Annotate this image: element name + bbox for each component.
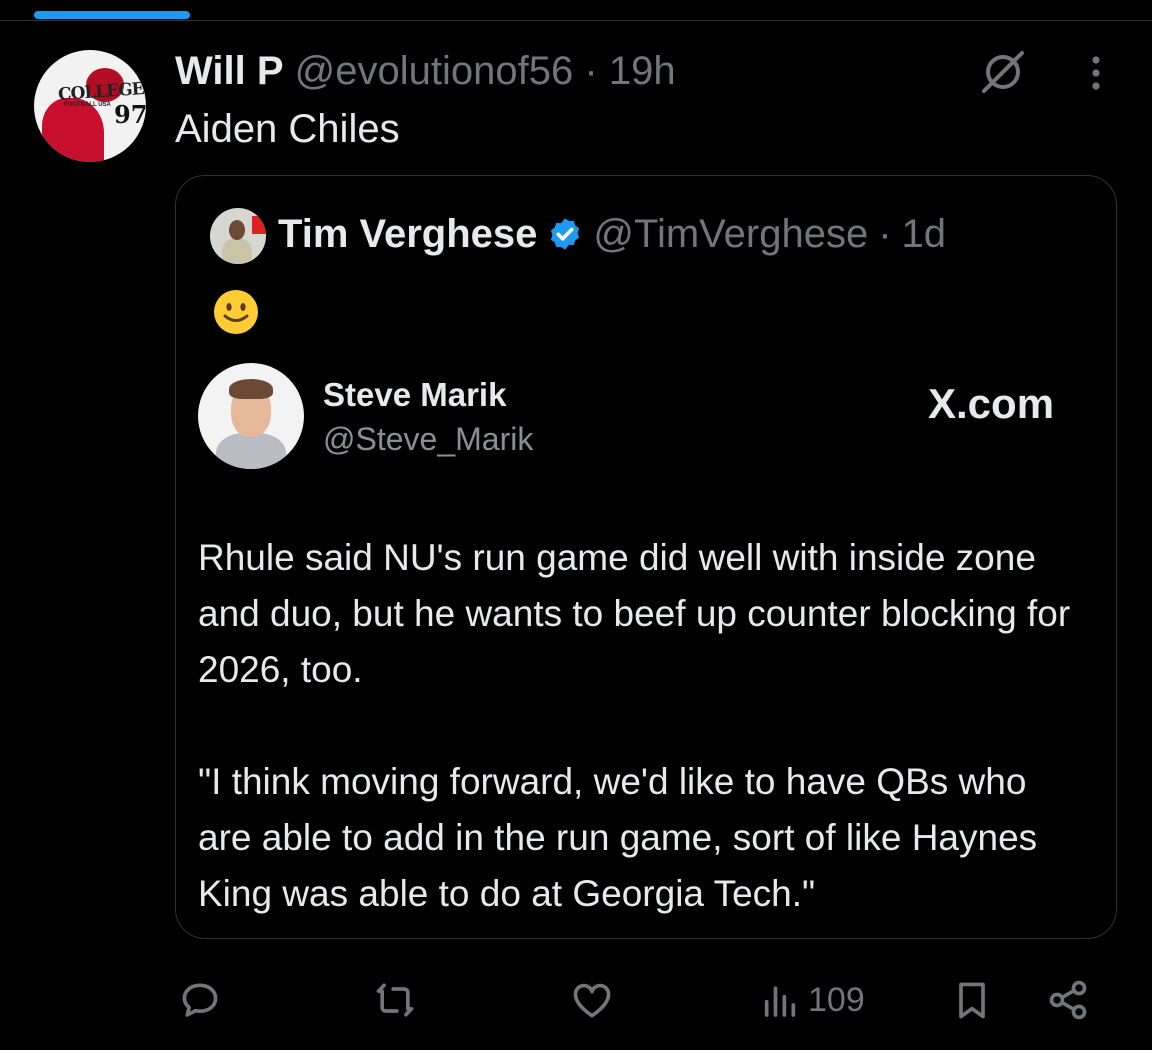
embedded-paragraph: Rhule said NU's run game did well with i… (198, 537, 1071, 690)
author-handle[interactable]: @evolutionof56 (295, 49, 574, 93)
verified-badge-icon (551, 218, 580, 250)
reply-button[interactable] (178, 970, 222, 1030)
embedded-author-avatar (198, 363, 304, 469)
embedded-paragraph: "I think moving forward, we'd like to ha… (198, 761, 1038, 914)
quoted-author-avatar[interactable] (210, 208, 266, 264)
quoted-tweet-header: Tim Verghese @TimVerghese · 1d (278, 210, 946, 258)
share-button[interactable] (1046, 970, 1090, 1030)
quoted-author-handle[interactable]: @TimVerghese (593, 210, 868, 258)
embedded-author-handle: @Steve_Marik (323, 421, 534, 457)
embedded-post-text: Rhule said NU's run game did well with i… (198, 530, 1078, 922)
active-tab-indicator (34, 11, 190, 19)
quoted-tweet-card[interactable]: Tim Verghese @TimVerghese · 1d Steve Mar… (175, 175, 1117, 939)
views-button[interactable]: 109 (760, 970, 865, 1030)
author-avatar[interactable]: COLLEGE FOOTBALL USA 97 (34, 50, 146, 162)
like-icon (573, 983, 611, 1018)
avatar-logo-number: 97 (114, 100, 146, 129)
separator-dot: · (584, 49, 598, 93)
grok-icon[interactable] (978, 49, 1028, 95)
views-count: 109 (808, 980, 865, 1019)
bookmark-icon (959, 982, 985, 1019)
slightly-smiling-face-emoji (214, 290, 258, 334)
separator-dot: · (878, 212, 892, 256)
embedded-author-name: Steve Marik (323, 376, 507, 413)
repost-button[interactable] (373, 970, 417, 1030)
reply-icon (182, 983, 218, 1017)
repost-icon (376, 983, 414, 1017)
embedded-site-label: X.com (928, 380, 1055, 427)
like-button[interactable] (570, 970, 614, 1030)
share-icon (1049, 980, 1087, 1020)
views-icon (764, 986, 796, 1017)
avatar-logo-subtext: FOOTBALL USA (64, 102, 111, 108)
quoted-tweet-time[interactable]: 1d (902, 210, 947, 258)
quoted-author-name[interactable]: Tim Verghese (278, 210, 537, 258)
more-icon[interactable] (1078, 54, 1114, 94)
tweet-header: Will P @evolutionof56 · 19h (175, 48, 676, 94)
tweet-text: Aiden Chiles (175, 107, 400, 151)
tweet-time[interactable]: 19h (609, 49, 676, 93)
bookmark-button[interactable] (950, 970, 994, 1030)
author-name[interactable]: Will P (175, 49, 284, 93)
divider (0, 20, 1152, 21)
